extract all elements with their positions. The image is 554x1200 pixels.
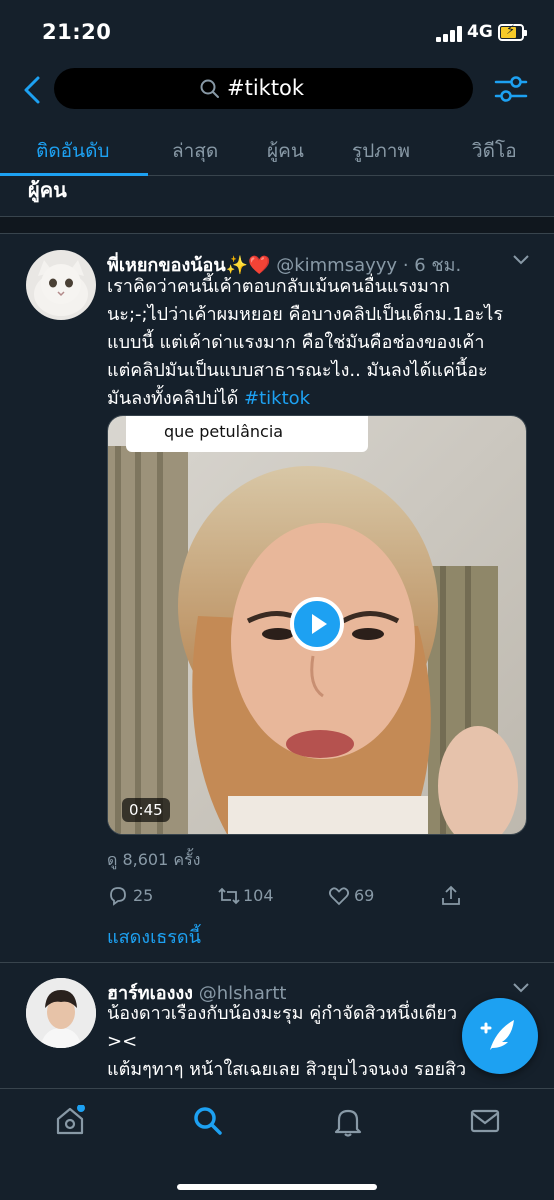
video-caption-sticker: que petulância xyxy=(126,416,368,452)
hashtag-link[interactable]: #tiktok xyxy=(244,388,310,409)
avatar[interactable] xyxy=(26,978,96,1048)
video-player[interactable]: que petulância 0:45 xyxy=(107,415,527,835)
like-icon xyxy=(328,887,350,906)
play-icon xyxy=(312,614,327,634)
filter-sliders-icon[interactable] xyxy=(494,73,528,105)
network-type: 4G xyxy=(467,22,493,42)
cellular-signal-icon xyxy=(436,26,464,42)
tweet-line: แบบนี้ แต่เค้าด่าแรงมาก คือใช่มันคือช่อง… xyxy=(107,332,485,353)
retweet-icon xyxy=(218,887,240,905)
retweet-count: 104 xyxy=(243,886,274,905)
status-bar: 21:20 4G ⚡ xyxy=(0,0,554,66)
share-icon xyxy=(442,885,460,905)
home-icon[interactable] xyxy=(54,1105,86,1137)
tab-photos[interactable]: รูปภาพ xyxy=(352,136,410,166)
share-button[interactable] xyxy=(440,885,462,907)
tweet-divider xyxy=(0,962,554,963)
search-query[interactable]: #tiktok xyxy=(227,76,304,100)
status-time: 21:20 xyxy=(42,20,112,44)
retweet-button[interactable]: 104 xyxy=(217,885,274,907)
avatar[interactable] xyxy=(26,250,96,320)
tab-top[interactable]: ติดอันดับ xyxy=(36,136,109,166)
compose-button[interactable] xyxy=(462,998,538,1074)
reply-count: 25 xyxy=(133,886,154,905)
tweet-text: เราคิดว่าคนนี้เค้าตอบกลับเม้นคนอื่นแรงมา… xyxy=(107,273,537,413)
show-thread-link[interactable]: แสดงเธรดนี้ xyxy=(107,922,201,951)
reply-button[interactable]: 25 xyxy=(107,885,153,907)
messages-icon[interactable] xyxy=(469,1105,501,1137)
back-arrow-icon[interactable] xyxy=(18,72,48,108)
search-tabs: ติดอันดับ ล่าสุด ผู้คน รูปภาพ วิดีโอ xyxy=(0,122,554,176)
tab-people[interactable]: ผู้คน xyxy=(267,136,304,166)
like-count: 69 xyxy=(354,886,375,905)
view-count: ดู 8,601 ครั้ง xyxy=(107,850,201,869)
active-tab-indicator xyxy=(0,173,148,176)
search-icon xyxy=(200,79,219,98)
tweet-line-text: มันลงทั้งคลิปบ่ได้ xyxy=(107,388,245,409)
section-divider xyxy=(0,216,554,234)
tab-latest[interactable]: ล่าสุด xyxy=(172,136,218,166)
compose-icon xyxy=(480,1020,514,1050)
people-section-heading: ผู้คน xyxy=(28,178,67,202)
tweet-line: มันลงทั้งคลิปบ่ได้ #tiktok xyxy=(107,385,537,413)
home-indicator xyxy=(177,1184,377,1190)
tweet-line: แต่คลิปมันเป็นแบบสาธารณะไง.. มันลงได้แค่… xyxy=(107,360,488,381)
tweet-line: นะ;-;ไปว่าเค้าผมหยอย คือบางคลิปเป็นเด็กม… xyxy=(107,304,504,325)
video-caption: que petulância xyxy=(164,422,284,441)
video-duration: 0:45 xyxy=(122,798,170,822)
tab-videos[interactable]: วิดีโอ xyxy=(472,136,517,166)
chevron-down-icon[interactable] xyxy=(512,254,530,266)
reply-icon xyxy=(110,887,126,906)
like-button[interactable]: 69 xyxy=(328,885,374,907)
play-button[interactable] xyxy=(290,597,344,651)
chevron-down-icon[interactable] xyxy=(512,982,530,994)
notifications-icon[interactable] xyxy=(332,1105,364,1137)
tweet-line: เราคิดว่าคนนี้เค้าตอบกลับเม้นคนอื่นแรงมา… xyxy=(107,276,450,297)
search-icon[interactable] xyxy=(192,1105,224,1137)
battery-icon: ⚡ xyxy=(498,23,527,41)
